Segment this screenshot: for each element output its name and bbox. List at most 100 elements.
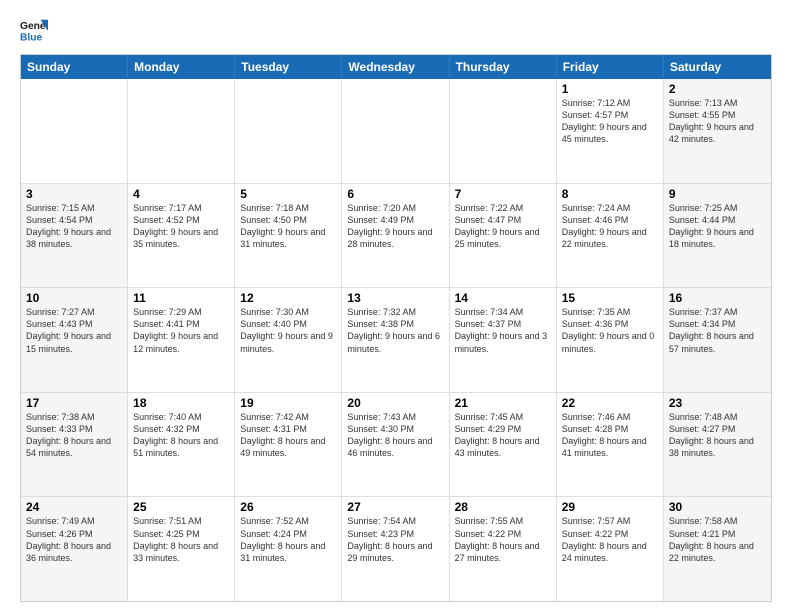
calendar-week-2: 3Sunrise: 7:15 AM Sunset: 4:54 PM Daylig…: [21, 183, 771, 288]
cell-info: Sunrise: 7:46 AM Sunset: 4:28 PM Dayligh…: [562, 411, 658, 460]
day-cell-28: 28Sunrise: 7:55 AM Sunset: 4:22 PM Dayli…: [450, 497, 557, 601]
day-cell-1: 1Sunrise: 7:12 AM Sunset: 4:57 PM Daylig…: [557, 79, 664, 183]
day-number: 4: [133, 187, 229, 201]
cell-info: Sunrise: 7:38 AM Sunset: 4:33 PM Dayligh…: [26, 411, 122, 460]
day-cell-7: 7Sunrise: 7:22 AM Sunset: 4:47 PM Daylig…: [450, 184, 557, 288]
day-of-week-friday: Friday: [557, 55, 664, 79]
day-cell-5: 5Sunrise: 7:18 AM Sunset: 4:50 PM Daylig…: [235, 184, 342, 288]
day-cell-18: 18Sunrise: 7:40 AM Sunset: 4:32 PM Dayli…: [128, 393, 235, 497]
cell-info: Sunrise: 7:17 AM Sunset: 4:52 PM Dayligh…: [133, 202, 229, 251]
svg-text:Blue: Blue: [20, 32, 43, 43]
day-cell-24: 24Sunrise: 7:49 AM Sunset: 4:26 PM Dayli…: [21, 497, 128, 601]
calendar-body: 1Sunrise: 7:12 AM Sunset: 4:57 PM Daylig…: [21, 79, 771, 601]
cell-info: Sunrise: 7:34 AM Sunset: 4:37 PM Dayligh…: [455, 306, 551, 355]
day-number: 8: [562, 187, 658, 201]
cell-info: Sunrise: 7:24 AM Sunset: 4:46 PM Dayligh…: [562, 202, 658, 251]
cell-info: Sunrise: 7:43 AM Sunset: 4:30 PM Dayligh…: [347, 411, 443, 460]
day-cell-14: 14Sunrise: 7:34 AM Sunset: 4:37 PM Dayli…: [450, 288, 557, 392]
empty-cell: [21, 79, 128, 183]
day-cell-23: 23Sunrise: 7:48 AM Sunset: 4:27 PM Dayli…: [664, 393, 771, 497]
day-number: 9: [669, 187, 766, 201]
day-number: 30: [669, 500, 766, 514]
day-number: 27: [347, 500, 443, 514]
cell-info: Sunrise: 7:15 AM Sunset: 4:54 PM Dayligh…: [26, 202, 122, 251]
cell-info: Sunrise: 7:55 AM Sunset: 4:22 PM Dayligh…: [455, 515, 551, 564]
calendar: SundayMondayTuesdayWednesdayThursdayFrid…: [20, 54, 772, 602]
day-number: 26: [240, 500, 336, 514]
day-number: 7: [455, 187, 551, 201]
day-cell-20: 20Sunrise: 7:43 AM Sunset: 4:30 PM Dayli…: [342, 393, 449, 497]
day-of-week-thursday: Thursday: [450, 55, 557, 79]
day-cell-25: 25Sunrise: 7:51 AM Sunset: 4:25 PM Dayli…: [128, 497, 235, 601]
cell-info: Sunrise: 7:57 AM Sunset: 4:22 PM Dayligh…: [562, 515, 658, 564]
day-number: 6: [347, 187, 443, 201]
cell-info: Sunrise: 7:42 AM Sunset: 4:31 PM Dayligh…: [240, 411, 336, 460]
day-number: 22: [562, 396, 658, 410]
day-number: 24: [26, 500, 122, 514]
cell-info: Sunrise: 7:58 AM Sunset: 4:21 PM Dayligh…: [669, 515, 766, 564]
day-cell-27: 27Sunrise: 7:54 AM Sunset: 4:23 PM Dayli…: [342, 497, 449, 601]
day-of-week-tuesday: Tuesday: [235, 55, 342, 79]
cell-info: Sunrise: 7:29 AM Sunset: 4:41 PM Dayligh…: [133, 306, 229, 355]
day-cell-16: 16Sunrise: 7:37 AM Sunset: 4:34 PM Dayli…: [664, 288, 771, 392]
cell-info: Sunrise: 7:22 AM Sunset: 4:47 PM Dayligh…: [455, 202, 551, 251]
cell-info: Sunrise: 7:25 AM Sunset: 4:44 PM Dayligh…: [669, 202, 766, 251]
day-cell-2: 2Sunrise: 7:13 AM Sunset: 4:55 PM Daylig…: [664, 79, 771, 183]
day-cell-6: 6Sunrise: 7:20 AM Sunset: 4:49 PM Daylig…: [342, 184, 449, 288]
day-cell-13: 13Sunrise: 7:32 AM Sunset: 4:38 PM Dayli…: [342, 288, 449, 392]
day-of-week-saturday: Saturday: [664, 55, 771, 79]
cell-info: Sunrise: 7:48 AM Sunset: 4:27 PM Dayligh…: [669, 411, 766, 460]
cell-info: Sunrise: 7:20 AM Sunset: 4:49 PM Dayligh…: [347, 202, 443, 251]
day-cell-26: 26Sunrise: 7:52 AM Sunset: 4:24 PM Dayli…: [235, 497, 342, 601]
day-number: 20: [347, 396, 443, 410]
cell-info: Sunrise: 7:32 AM Sunset: 4:38 PM Dayligh…: [347, 306, 443, 355]
day-number: 25: [133, 500, 229, 514]
day-number: 23: [669, 396, 766, 410]
day-number: 3: [26, 187, 122, 201]
day-cell-21: 21Sunrise: 7:45 AM Sunset: 4:29 PM Dayli…: [450, 393, 557, 497]
day-number: 13: [347, 291, 443, 305]
cell-info: Sunrise: 7:35 AM Sunset: 4:36 PM Dayligh…: [562, 306, 658, 355]
day-number: 21: [455, 396, 551, 410]
day-cell-19: 19Sunrise: 7:42 AM Sunset: 4:31 PM Dayli…: [235, 393, 342, 497]
day-number: 11: [133, 291, 229, 305]
calendar-week-4: 17Sunrise: 7:38 AM Sunset: 4:33 PM Dayli…: [21, 392, 771, 497]
cell-info: Sunrise: 7:18 AM Sunset: 4:50 PM Dayligh…: [240, 202, 336, 251]
page-header: General Blue: [20, 16, 772, 44]
calendar-page: General Blue SundayMondayTuesdayWednesda…: [0, 0, 792, 612]
cell-info: Sunrise: 7:52 AM Sunset: 4:24 PM Dayligh…: [240, 515, 336, 564]
cell-info: Sunrise: 7:12 AM Sunset: 4:57 PM Dayligh…: [562, 97, 658, 146]
day-number: 28: [455, 500, 551, 514]
empty-cell: [342, 79, 449, 183]
cell-info: Sunrise: 7:27 AM Sunset: 4:43 PM Dayligh…: [26, 306, 122, 355]
day-number: 12: [240, 291, 336, 305]
day-of-week-sunday: Sunday: [21, 55, 128, 79]
day-cell-30: 30Sunrise: 7:58 AM Sunset: 4:21 PM Dayli…: [664, 497, 771, 601]
empty-cell: [450, 79, 557, 183]
calendar-header: SundayMondayTuesdayWednesdayThursdayFrid…: [21, 55, 771, 79]
day-number: 2: [669, 82, 766, 96]
day-number: 16: [669, 291, 766, 305]
calendar-week-3: 10Sunrise: 7:27 AM Sunset: 4:43 PM Dayli…: [21, 287, 771, 392]
day-number: 19: [240, 396, 336, 410]
day-cell-12: 12Sunrise: 7:30 AM Sunset: 4:40 PM Dayli…: [235, 288, 342, 392]
logo: General Blue: [20, 16, 50, 44]
day-cell-9: 9Sunrise: 7:25 AM Sunset: 4:44 PM Daylig…: [664, 184, 771, 288]
day-cell-29: 29Sunrise: 7:57 AM Sunset: 4:22 PM Dayli…: [557, 497, 664, 601]
cell-info: Sunrise: 7:49 AM Sunset: 4:26 PM Dayligh…: [26, 515, 122, 564]
empty-cell: [235, 79, 342, 183]
cell-info: Sunrise: 7:40 AM Sunset: 4:32 PM Dayligh…: [133, 411, 229, 460]
cell-info: Sunrise: 7:54 AM Sunset: 4:23 PM Dayligh…: [347, 515, 443, 564]
day-cell-10: 10Sunrise: 7:27 AM Sunset: 4:43 PM Dayli…: [21, 288, 128, 392]
empty-cell: [128, 79, 235, 183]
day-cell-22: 22Sunrise: 7:46 AM Sunset: 4:28 PM Dayli…: [557, 393, 664, 497]
day-number: 5: [240, 187, 336, 201]
day-of-week-monday: Monday: [128, 55, 235, 79]
day-number: 29: [562, 500, 658, 514]
cell-info: Sunrise: 7:30 AM Sunset: 4:40 PM Dayligh…: [240, 306, 336, 355]
day-of-week-wednesday: Wednesday: [342, 55, 449, 79]
day-number: 15: [562, 291, 658, 305]
day-cell-3: 3Sunrise: 7:15 AM Sunset: 4:54 PM Daylig…: [21, 184, 128, 288]
day-number: 1: [562, 82, 658, 96]
logo-icon: General Blue: [20, 16, 48, 44]
